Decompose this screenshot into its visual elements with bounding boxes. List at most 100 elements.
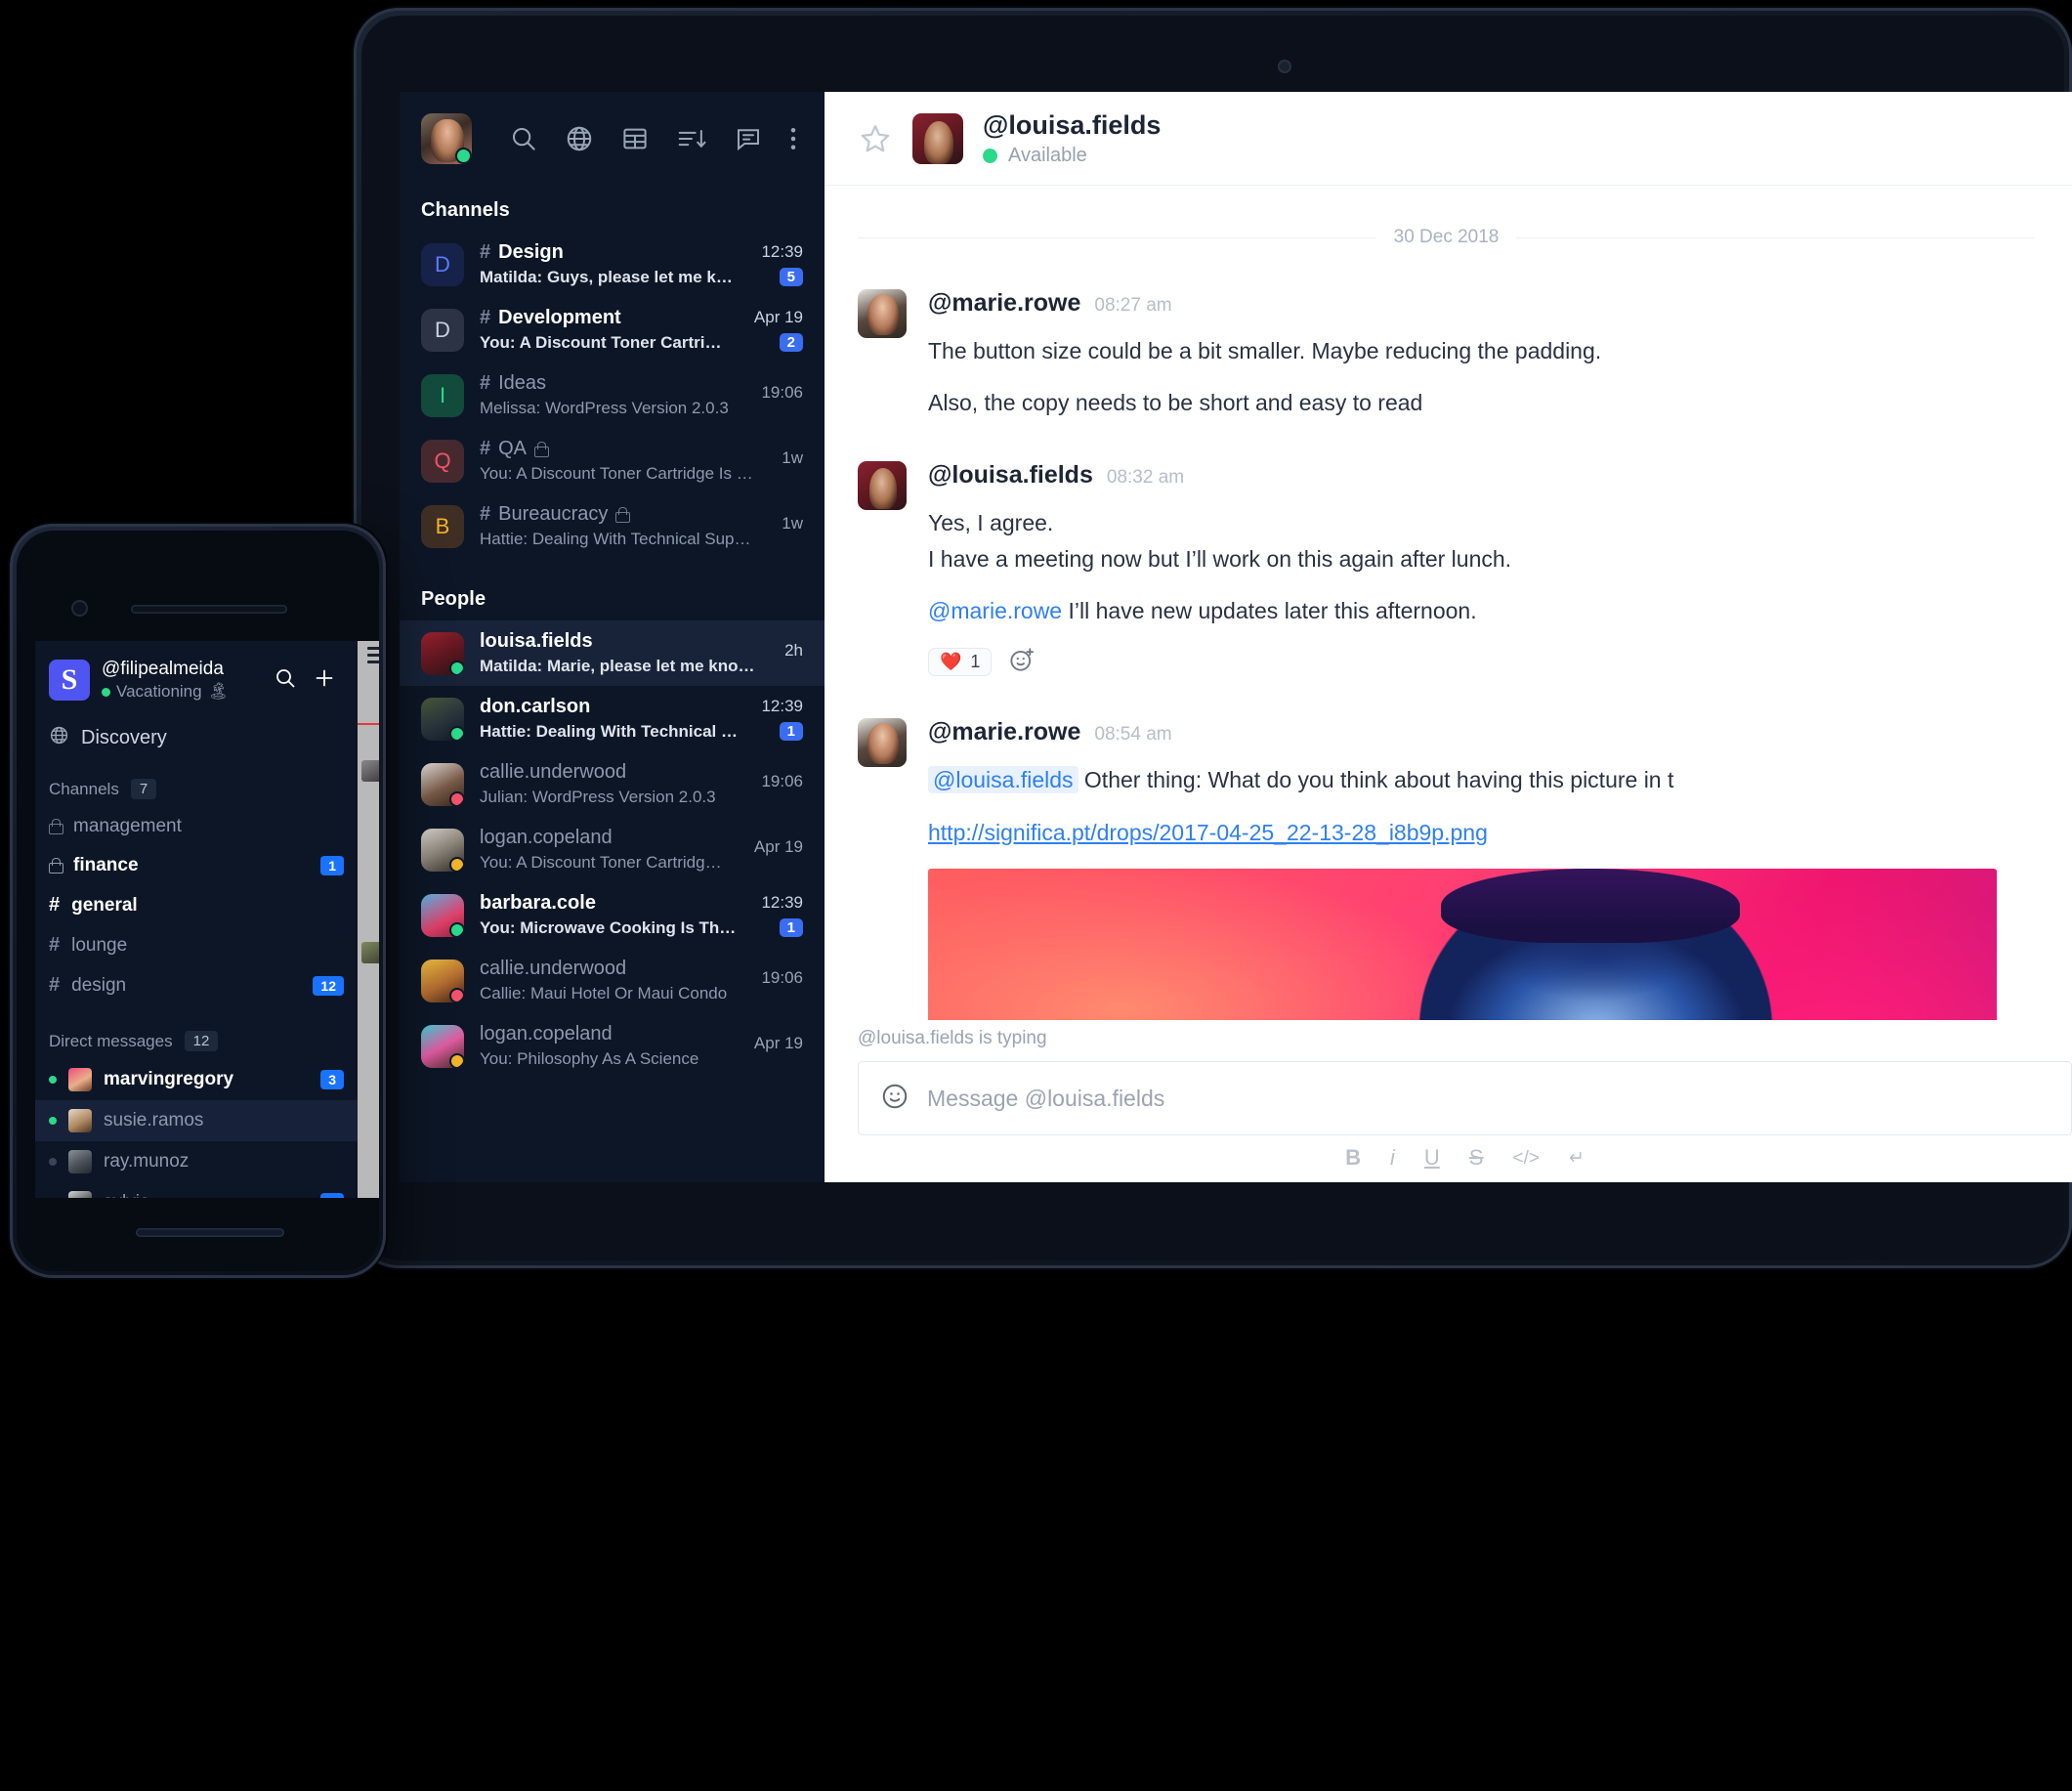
emoji-icon[interactable] [880,1082,909,1116]
avatar [912,112,963,164]
person-name: louisa.fields [480,630,593,652]
mention-link[interactable]: @marie.rowe [928,598,1062,623]
sidebar-item-label: management [73,816,182,836]
message-author[interactable]: @marie.rowe [928,718,1080,746]
self-avatar[interactable] [421,113,472,164]
strikethrough-button[interactable]: S [1469,1147,1484,1169]
channel-row-ideas[interactable]: I # Ideas Melissa: WordPress Version 2.0.… [400,362,825,428]
unread-badge: 12 [313,975,344,996]
people-row-logan-copeland-2[interactable]: logan.copeland You: Philosophy As A Scie… [400,1013,825,1079]
toolbar-icons [509,124,803,153]
italic-button[interactable]: i [1390,1147,1395,1169]
unread-badge: 7 [320,1193,344,1198]
section-header-people: People [421,588,486,610]
people-row-louisa-fields[interactable]: louisa.fields Matilda: Marie, please let… [400,620,825,686]
phone-user-block[interactable]: @filipealmeida Vacationing 🏝 [102,659,262,702]
sidebar-item-label: marvingregory [104,1069,234,1089]
chat-icon[interactable] [734,124,763,153]
presence-dot-busy [451,989,463,1002]
message-link[interactable]: http://significa.pt/drops/2017-04-25_22-… [928,820,1488,845]
message-timestamp: 08:27 am [1094,295,1172,316]
message-text-with-mention: @louisa.fields Other thing: What do you … [928,762,2072,798]
presence-dot-away [451,1054,463,1067]
sidebar-item-management[interactable]: management [35,807,358,846]
message-input[interactable]: Message @louisa.fields [858,1061,2072,1135]
channel-preview: Matilda: Guys, please let me know wh… [480,268,738,286]
avatar [421,762,464,806]
section-header-channels: Channels [421,199,510,221]
unread-badge: 1 [779,722,803,741]
phone-username: @filipealmeida [102,659,224,679]
person-preview: Matilda: Marie, please let me know w… [480,657,762,675]
phone-sidebar: S @filipealmeida Vacationing 🏝 Discovery… [35,641,358,1198]
hash-icon: # [49,934,61,956]
phone-content-peek[interactable] [358,641,379,1198]
people-row-callie-underwood-1[interactable]: callie.underwood Julian: WordPress Versi… [400,751,825,817]
message-author[interactable]: @marie.rowe [928,289,1080,318]
add-reaction-icon[interactable] [1007,645,1036,679]
person-time: Apr 19 [753,836,803,856]
more-vertical-icon[interactable] [789,124,797,153]
people-row-barbara-cole[interactable]: barbara.cole You: Microwave Cooking Is T… [400,882,825,948]
divider [358,723,379,725]
table-icon[interactable] [620,124,650,153]
presence-dot-online [983,149,997,164]
person-preview: Julian: WordPress Version 2.0.3 [480,788,716,806]
mention-link[interactable]: @louisa.fields [928,766,1078,794]
channel-avatar: D [421,308,464,352]
unread-badge: 5 [779,268,803,286]
channel-row-design[interactable]: D # Design Matilda: Guys, please let me k… [400,232,825,297]
channel-name: Design [498,241,564,263]
sidebar-item-marvingregory[interactable]: marvingregory 3 [35,1059,358,1100]
person-time: Apr 19 [753,1033,803,1052]
channel-name: Bureaucracy [498,503,609,525]
sidebar-item-lounge[interactable]: # lounge [35,925,358,965]
message-author[interactable]: @louisa.fields [928,461,1093,490]
channel-name: Ideas [498,372,547,394]
unread-badge: 2 [779,333,803,352]
sidebar-item-label: sylvia [104,1192,150,1198]
code-button[interactable]: </> [1512,1149,1539,1168]
sidebar-item-label: ray.munoz [104,1151,190,1172]
people-row-logan-copeland-1[interactable]: logan.copeland You: A Discount Toner Car… [400,817,825,882]
sidebar-item-design[interactable]: # design 12 [35,965,358,1005]
hash-icon: # [480,241,491,263]
search-icon[interactable] [274,666,297,695]
plus-icon[interactable] [313,666,336,695]
sidebar-item-discovery[interactable]: Discovery [35,702,358,759]
presence-dot-online [451,727,463,740]
message: @marie.rowe 08:54 am @louisa.fields Othe… [858,685,2072,1020]
reaction-heart[interactable]: ❤️ 1 [928,648,993,677]
section-label: Channels [49,779,119,798]
channel-row-qa[interactable]: Q # QA You: A Discount Toner Cartridge Is… [400,428,825,493]
sidebar-section-direct-messages[interactable]: Direct messages 12 [35,1005,358,1059]
message-image[interactable] [928,868,1997,1020]
message-text-with-mention: @marie.rowe I’ll have new updates later … [928,593,2072,629]
phone-user-status: Vacationing 🏝 [102,682,262,702]
channel-row-development[interactable]: D # Development You: A Discount Toner Car… [400,297,825,362]
person-name: logan.copeland [480,1023,613,1045]
sidebar-item-finance[interactable]: finance 1 [35,846,358,885]
lock-icon [534,441,550,457]
underline-button[interactable]: U [1424,1147,1440,1169]
sort-icon[interactable] [676,124,707,153]
sidebar-item-label: design [71,974,127,996]
tablet-device: Channels D # Design Matilda: Guys, please… [354,8,2072,1268]
star-icon[interactable] [858,121,893,156]
search-icon[interactable] [509,124,538,153]
newline-button[interactable]: ↵ [1569,1149,1585,1168]
sidebar-item-sylvia[interactable]: sylvia 7 [35,1182,358,1198]
sidebar-item-ray-munoz[interactable]: ray.munoz [35,1141,358,1182]
people-row-callie-underwood-2[interactable]: callie.underwood Callie: Maui Hotel Or M… [400,948,825,1013]
channel-row-bureaucracy[interactable]: B # Bureaucracy Hattie: Dealing With Tech… [400,493,825,559]
sidebar-section-channels[interactable]: Channels 7 [35,759,358,807]
phone-camera-icon [71,600,88,617]
people-row-don-carlson[interactable]: don.carlson Hattie: Dealing With Technic… [400,686,825,751]
sidebar-item-general[interactable]: # general [35,885,358,925]
avatar [858,289,907,338]
bold-button[interactable]: B [1345,1147,1361,1169]
globe-icon[interactable] [565,124,594,153]
sidebar-item-susie-ramos[interactable]: susie.ramos [35,1100,358,1141]
section-count: 7 [130,779,157,799]
menu-icon[interactable] [367,647,379,664]
